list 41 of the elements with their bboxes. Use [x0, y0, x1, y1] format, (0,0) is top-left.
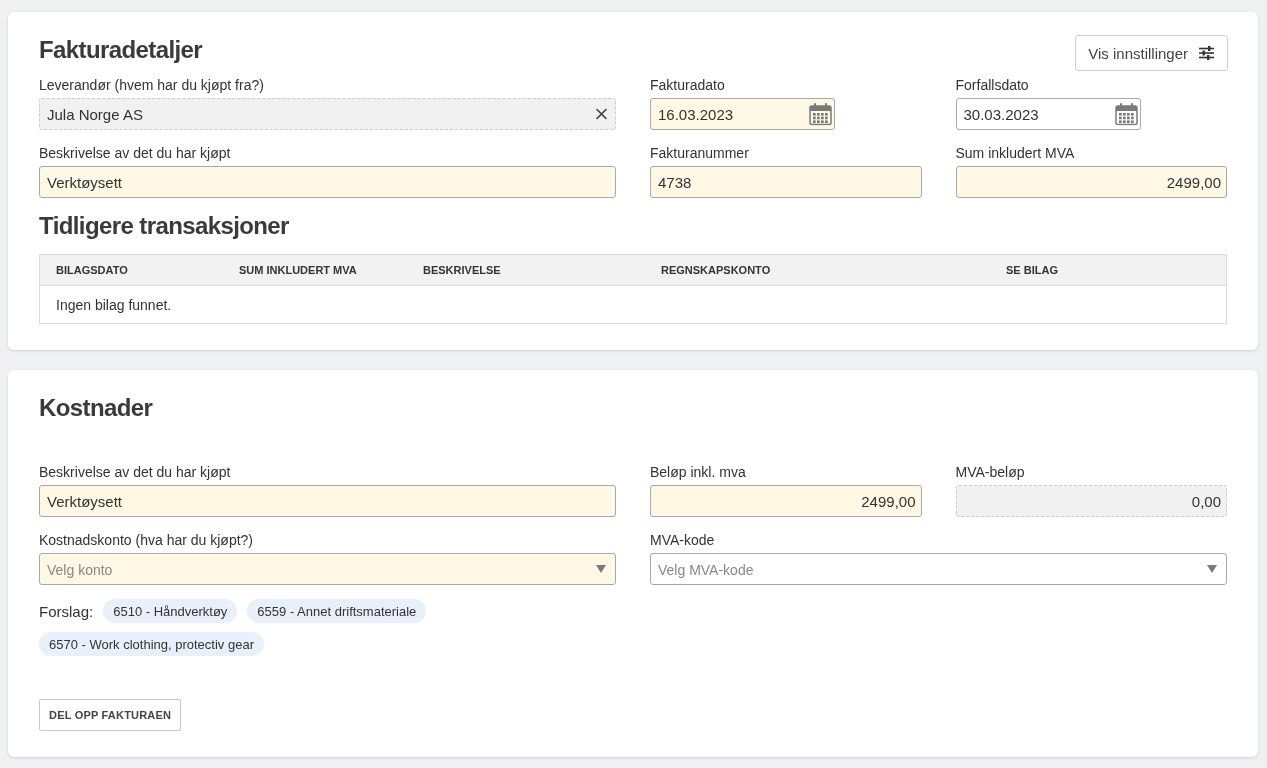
column-header: SUM INKLUDERT MVA — [239, 264, 357, 276]
column-header: REGNSKAPSKONTO — [661, 264, 771, 276]
text-field[interactable]: 4738 — [650, 166, 922, 198]
settings-icon — [1199, 46, 1214, 60]
date-field[interactable]: 30.03.2023 — [955, 98, 1141, 130]
caret-down-icon[interactable] — [596, 565, 606, 573]
field-label: Sum inkludert MVA — [955, 145, 1076, 162]
field-label: Fakturadato — [650, 77, 726, 94]
column-header: SE BILAG — [1006, 264, 1058, 276]
suggestion-chip[interactable]: 6559 - Annet driftsmateriale — [247, 599, 427, 623]
text-field[interactable]: Verktøysett — [39, 485, 616, 517]
split-invoice-button[interactable]: DEL OPP FAKTURAEN — [39, 699, 182, 731]
column-header: BESKRIVELSE — [423, 264, 501, 276]
field-label: Forfallsdato — [955, 77, 1030, 94]
suggestions-label: Forslag: — [39, 602, 94, 620]
field-label: Leverandør (hvem har du kjøpt fra?) — [39, 77, 265, 94]
column-header: BILAGSDATO — [56, 264, 128, 276]
dropdown-field[interactable]: Velg konto — [39, 553, 616, 585]
section-title: Tidligere transaksjoner — [39, 212, 290, 240]
field-label: Kostnadskonto (hva har du kjøpt?) — [39, 532, 254, 549]
date-field[interactable]: 16.03.2023 — [650, 98, 835, 130]
suggestion-chip[interactable]: 6570 - Work clothing, protectiv gear — [39, 632, 264, 656]
settings-button[interactable]: Vis innstillinger — [1075, 35, 1228, 71]
section-title: Fakturadetaljer — [39, 36, 203, 64]
caret-down-icon[interactable] — [1207, 565, 1217, 573]
text-field[interactable]: Verktøysett — [39, 166, 616, 198]
field-label: MVA-kode — [650, 532, 716, 549]
suggestion-chip[interactable]: 6510 - Håndverktøy — [103, 599, 238, 623]
amount-field[interactable]: 2499,00 — [955, 166, 1227, 198]
calendar-icon[interactable] — [1114, 102, 1138, 126]
amount-field[interactable]: 2499,00 — [650, 485, 922, 517]
close-icon[interactable] — [596, 108, 607, 120]
calendar-icon[interactable] — [809, 102, 832, 126]
section-title: Kostnader — [39, 394, 154, 422]
field-label: MVA-beløp — [955, 464, 1026, 481]
field-label: Beskrivelse av det du har kjøpt — [39, 145, 232, 162]
field-label: Fakturanummer — [650, 145, 750, 162]
empty-message: Ingen bilag funnet. — [56, 296, 172, 313]
field-label: Beskrivelse av det du har kjøpt — [39, 464, 232, 481]
dropdown-field[interactable]: Velg MVA-kode — [650, 553, 1227, 585]
field-label: Beløp inkl. mva — [650, 464, 747, 481]
